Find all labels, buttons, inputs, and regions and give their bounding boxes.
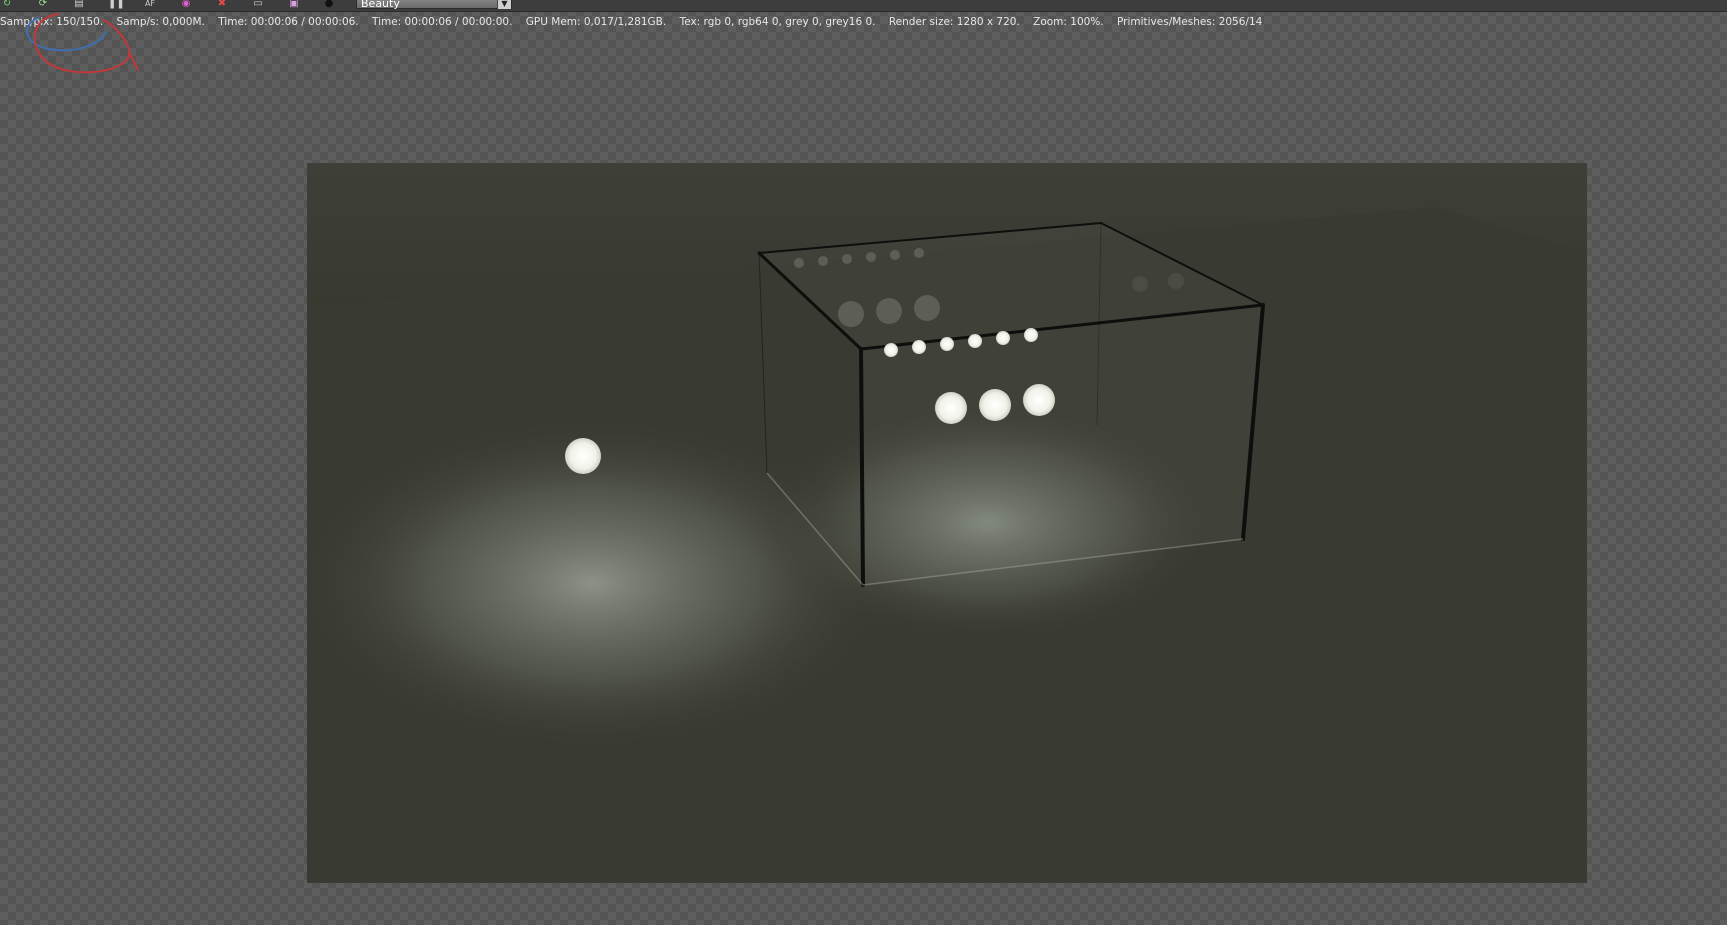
render-toolbar: ↻ ⟳ ▤ ❚❚ AF ◉ ✖ ▭ ▣ ● Beauty ▼ <box>0 0 1727 12</box>
render-image <box>307 163 1587 883</box>
stat-time-elapsed: Time: 00:00:06 / 00:00:06. <box>218 16 359 28</box>
clear-icon[interactable]: ✖ <box>215 0 229 9</box>
export-icon[interactable]: ▣ <box>287 0 301 9</box>
stat-time-remaining: Time: 00:00:06 / 00:00:00. <box>371 16 513 28</box>
render-statistics-bar: Samp/pix: 150/150. Samp/s: 0,000M. Time:… <box>0 15 1272 29</box>
stat-zoom: Zoom: 100%. <box>1033 16 1104 28</box>
camera-icon[interactable]: ● <box>322 0 336 9</box>
stat-primitives: Primitives/Meshes: 2056/14 <box>1117 16 1263 28</box>
stat-textures: Tex: rgb 0, rgb64 0, grey 0, grey16 0. <box>679 16 876 28</box>
render-pass-select[interactable]: Beauty ▼ <box>356 0 512 9</box>
annotation-scribble <box>26 13 139 74</box>
chevron-down-icon[interactable]: ▼ <box>497 0 511 9</box>
stat-render-size: Render size: 1280 x 720. <box>888 16 1020 28</box>
render-pass-value: Beauty <box>361 0 400 10</box>
stat-gpu-memory: GPU Mem: 0,017/1,281GB. <box>525 16 667 28</box>
color-icon[interactable]: ◉ <box>179 0 193 9</box>
settings-icon[interactable]: ▭ <box>251 0 265 9</box>
render-viewport[interactable] <box>307 163 1587 883</box>
